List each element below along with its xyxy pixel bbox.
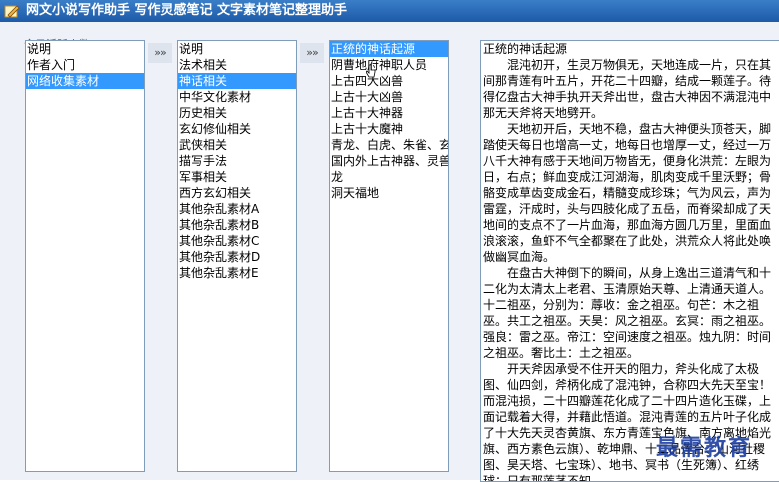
subcategory-item[interactable]: 武侠相关 (178, 137, 296, 153)
topic-item[interactable]: 上古十大凶兽 (330, 89, 448, 105)
hand-cursor-icon (365, 64, 376, 80)
subcategory-item[interactable]: 军事相关 (178, 169, 296, 185)
subcategory-item[interactable]: 其他杂乱素材E (178, 265, 296, 281)
subcategory-item[interactable]: 说明 (178, 41, 296, 57)
separator-arrows: »» (300, 43, 324, 63)
subcategory-item[interactable]: 其他杂乱素材A (178, 201, 296, 217)
subcategory-item[interactable]: 其他杂乱素材C (178, 233, 296, 249)
subcategory-item[interactable]: 历史相关 (178, 105, 296, 121)
topic-item[interactable]: 正统的神话起源 (330, 41, 448, 57)
topic-item[interactable]: 青龙、白虎、朱雀、玄 (330, 137, 448, 153)
separator-arrows: »» (148, 43, 172, 63)
topic-item[interactable]: 上古十大神器 (330, 105, 448, 121)
article-paragraph: 混沌初开，生灵万物俱无，天地连成一片，只在其间那青莲有叶五片，开花二十四瓣，结成… (483, 58, 772, 120)
article-text-area[interactable]: 正统的神话起源 混沌初开，生灵万物俱无，天地连成一片，只在其间那青莲有叶五片，开… (480, 40, 779, 482)
category-item[interactable]: 作者入门 (26, 57, 144, 73)
article-paragraph: 天地初开后，天地不稳，盘古大神便头顶苍天，脚踏使天每日也增高一丈，地每日也增厚一… (483, 122, 772, 264)
subcategory-item[interactable]: 其他杂乱素材D (178, 249, 296, 265)
article-paragraph: 在盘古大神倒下的瞬间，从身上逸出三道清气和十二化为太清太上老君、玉清原始天尊、上… (483, 266, 772, 360)
topic-item[interactable]: 阴曹地府神职人员 (330, 57, 448, 73)
subcategory-item[interactable]: 其他杂乱素材B (178, 217, 296, 233)
subcategory-item[interactable]: 中华文化素材 (178, 89, 296, 105)
subcategory-list[interactable]: 说明 法术相关 神话相关 中华文化素材 历史相关 玄幻修仙相关 武侠相关 描写手法 军事相关 西方… (177, 40, 297, 472)
subcategory-item[interactable]: 描写手法 (178, 153, 296, 169)
pen-icon (4, 3, 20, 19)
category-item[interactable]: 网络收集素材 (26, 73, 144, 89)
topic-item[interactable]: 上古四大凶兽 (330, 73, 448, 89)
subcategory-item[interactable]: 法术相关 (178, 57, 296, 73)
title-bar[interactable]: 网文小说写作助手 写作灵感笔记 文字素材笔记整理助手 (0, 0, 779, 22)
topic-list[interactable]: 正统的神话起源 阴曹地府神职人员 上古四大凶兽 上古十大凶兽 上古十大神器 上古十大魔神青… (329, 40, 449, 472)
topic-item[interactable]: 龙 (330, 169, 448, 185)
watermark-logo: 最需教育 (656, 435, 753, 461)
article-paragraph: 开天斧因承受不住开天的阻力，斧头化成了太极图、仙四剑，斧柄化成了混沌钟，合称四大… (483, 362, 772, 482)
topic-item[interactable]: 洞天福地 (330, 185, 448, 201)
category-item[interactable]: 说明 (26, 41, 144, 57)
subcategory-item[interactable]: 西方玄幻相关 (178, 185, 296, 201)
topic-item[interactable]: 国内外上古神器、灵兽 (330, 153, 448, 169)
window-title: 网文小说写作助手 写作灵感笔记 文字素材笔记整理助手 (26, 3, 348, 18)
article-heading: 正统的神话起源 (483, 42, 568, 56)
subcategory-item[interactable]: 玄幻修仙相关 (178, 121, 296, 137)
topic-item[interactable]: 上古十大魔神 (330, 121, 448, 137)
subcategory-item[interactable]: 神话相关 (178, 73, 296, 89)
category-list[interactable]: 说明 作者入门 网络收集素材 (25, 40, 145, 472)
